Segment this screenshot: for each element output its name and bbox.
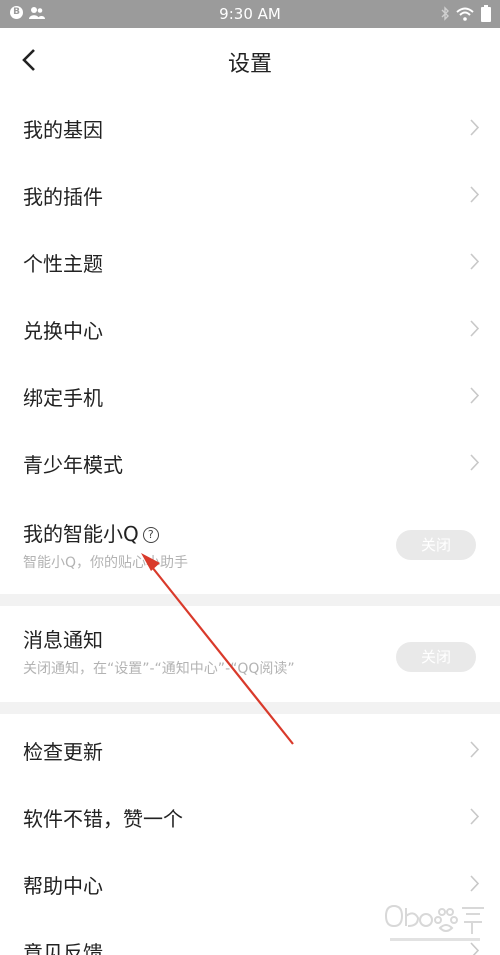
chevron-right-icon [470, 119, 480, 136]
smart-q-toggle[interactable]: 关闭 [396, 530, 476, 560]
chevron-right-icon [470, 387, 480, 404]
menu-item-label: 检查更新 [23, 740, 103, 764]
menu-item-label: 我的基因 [23, 118, 103, 142]
chevron-right-icon [470, 320, 480, 337]
chevron-right-icon [470, 253, 480, 270]
chevron-right-icon [470, 741, 480, 758]
menu-item-bind-phone[interactable]: 绑定手机 [0, 362, 500, 429]
status-right-icons [441, 5, 492, 22]
menu-item-plugins[interactable]: 我的插件 [0, 161, 500, 228]
help-icon[interactable]: ? [142, 527, 159, 543]
status-time: 9:30 AM [219, 5, 281, 23]
menu-item-like-app[interactable]: 软件不错，赞一个 [0, 783, 500, 850]
menu-item-label: 帮助中心 [23, 874, 103, 898]
chevron-right-icon [470, 454, 480, 471]
chevron-right-icon [470, 875, 480, 892]
menu-item-label: 意见反馈 [23, 941, 103, 955]
menu-item-label: 绑定手机 [23, 386, 103, 410]
menu-item-label: 我的插件 [23, 185, 103, 209]
page-title: 设置 [227, 52, 272, 77]
menu-item-teen-mode[interactable]: 青少年模式 [0, 429, 500, 496]
notification-label: 消息通知 [23, 628, 103, 652]
bluetooth-icon [441, 6, 449, 21]
section-divider [0, 702, 500, 714]
menu-item-genes[interactable]: 我的基因 [0, 94, 500, 161]
section-divider [0, 594, 500, 606]
menu-item-label: 青少年模式 [23, 453, 123, 477]
page-header: 设置 [0, 28, 500, 92]
menu-item-check-update[interactable]: 检查更新 [0, 716, 500, 783]
menu-item-label: 兑换中心 [23, 319, 103, 343]
battery-icon [481, 5, 491, 22]
status-bar: B 9:30 AM [0, 0, 500, 28]
notification-setting: 消息通知 关闭通知，在“设置”-“通知中心”-“QQ阅读” 关闭 [0, 606, 500, 700]
chevron-right-icon [470, 186, 480, 203]
smart-q-subtitle: 智能小Q，你的贴心小助手 [23, 555, 189, 571]
notification-subtitle: 关闭通知，在“设置”-“通知中心”-“QQ阅读” [23, 661, 295, 677]
menu-item-label: 个性主题 [23, 252, 103, 276]
menu-item-themes[interactable]: 个性主题 [0, 228, 500, 295]
baidu-jingyan-watermark [384, 904, 484, 941]
smart-q-setting: 我的智能小Q? 智能小Q，你的贴心小助手 关闭 [0, 500, 500, 594]
smart-q-title: 我的智能小Q? [23, 518, 159, 547]
wifi-icon [456, 7, 474, 21]
menu-item-label: 软件不错，赞一个 [23, 807, 183, 831]
menu-item-exchange[interactable]: 兑换中心 [0, 295, 500, 362]
chevron-right-icon [470, 808, 480, 825]
smart-q-label: 我的智能小Q [23, 522, 139, 546]
notification-toggle[interactable]: 关闭 [396, 642, 476, 672]
